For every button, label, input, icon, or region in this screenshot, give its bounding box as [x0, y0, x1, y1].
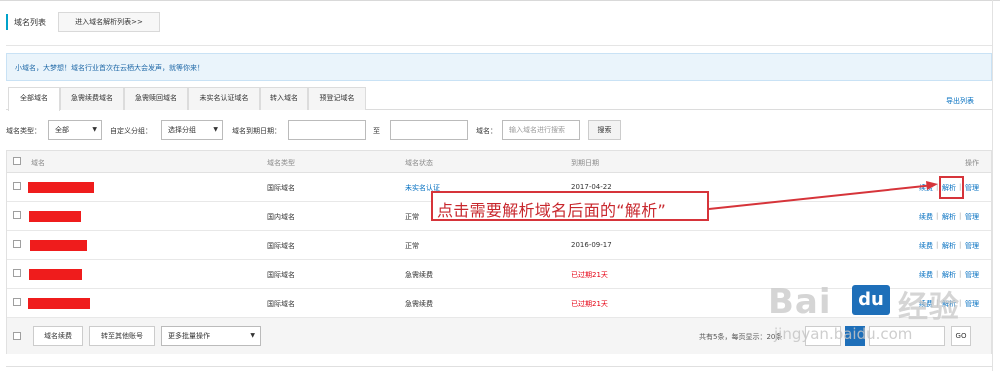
domain-type-select[interactable]: 全部 ▼: [48, 120, 102, 140]
col-expiry: 到期日期: [571, 159, 599, 167]
group-value: 选择分组: [168, 126, 196, 134]
date-range-separator: 至: [373, 127, 380, 135]
resolve-link[interactable]: 解析: [942, 241, 956, 251]
divider: |: [936, 183, 939, 191]
resolve-link[interactable]: 解析: [942, 212, 956, 222]
baidu-watermark: Bai du 经验 jingyan.baidu.com: [760, 270, 1000, 371]
col-type: 域名类型: [267, 159, 295, 167]
domain-type-value: 全部: [55, 126, 69, 134]
col-status: 域名状态: [405, 159, 433, 167]
redacted-domain: [28, 182, 94, 193]
transfer-account-button[interactable]: 转至其他账号: [89, 326, 155, 346]
page-title: 域名列表: [14, 18, 46, 27]
domain-type: 国内域名: [267, 213, 295, 221]
expiry-date: 2017-04-22: [571, 183, 612, 191]
tab-renew-urgent[interactable]: 急需续费域名: [60, 87, 124, 110]
watermark-brand-cn: 经验: [898, 290, 960, 325]
export-list-link[interactable]: 导出列表: [946, 96, 974, 106]
domain-status: 正常: [405, 213, 419, 221]
tab-redeem-urgent[interactable]: 急需赎回域名: [124, 87, 188, 110]
tab-pre-register[interactable]: 预登记域名: [308, 87, 366, 110]
notice-link[interactable]: 小域名，大梦想！域名行业首次在云栖大会发声，就等你来！: [15, 63, 204, 73]
renew-link[interactable]: 续费: [919, 183, 933, 193]
expiry-date: 已过期21天: [571, 271, 608, 279]
expiry-date: 2016-09-17: [571, 241, 612, 249]
chevron-down-icon: ▼: [92, 126, 97, 133]
domain-type-label: 域名类型：: [6, 127, 41, 135]
row-checkbox[interactable]: [13, 182, 21, 190]
chevron-down-icon: ▼: [250, 332, 255, 339]
watermark-brand-tail: du: [852, 285, 890, 315]
tab-unverified[interactable]: 未实名认证域名: [188, 87, 260, 110]
header-accent-bar: [6, 14, 8, 30]
callout-text: 点击需要解析域名后面的“解析”: [437, 201, 667, 220]
watermark-site: jingyan.baidu.com: [774, 325, 913, 343]
bulk-renew-button[interactable]: 域名续费: [33, 326, 83, 346]
domain-type: 国际域名: [267, 184, 295, 192]
page-header: 域名列表 进入域名解析列表>>: [6, 8, 992, 46]
watermark-brand: Bai: [768, 282, 832, 322]
expiry-start-input[interactable]: [288, 120, 366, 140]
domain-status: 正常: [405, 242, 419, 250]
domain-status: 急需续费: [405, 300, 433, 308]
resolve-highlight-box: [939, 176, 964, 199]
domain-tabs: 全部域名 急需续费域名 急需赎回域名 未实名认证域名 转入域名 预登记域名: [6, 86, 992, 111]
table-header: 域名 域名类型 域名状态 到期日期 操作: [7, 151, 991, 173]
col-actions: 操作: [965, 159, 979, 167]
redacted-domain: [28, 298, 90, 309]
domain-type: 国际域名: [267, 242, 295, 250]
expiry-date: 已过期21天: [571, 300, 608, 308]
domain-status: 急需续费: [405, 271, 433, 279]
tab-all-domains[interactable]: 全部域名: [8, 87, 60, 111]
dns-list-button[interactable]: 进入域名解析列表>>: [58, 12, 160, 32]
select-all-checkbox[interactable]: [13, 157, 21, 165]
tab-transfer-in[interactable]: 转入域名: [260, 87, 308, 110]
batch-action-value: 更多批量操作: [168, 332, 210, 340]
manage-link[interactable]: 管理: [965, 241, 979, 251]
notice-banner: 小域名，大梦想！域名行业首次在云栖大会发声，就等你来！: [6, 53, 992, 81]
divider: |: [959, 241, 962, 249]
row-checkbox[interactable]: [13, 269, 21, 277]
renew-link[interactable]: 续费: [919, 212, 933, 222]
domain-search-input[interactable]: 输入域名进行搜索: [502, 120, 580, 140]
group-label: 自定义分组：: [110, 127, 152, 135]
search-button[interactable]: 搜索: [588, 120, 621, 140]
chevron-down-icon: ▼: [213, 126, 218, 133]
top-border: [0, 0, 1000, 1]
manage-link[interactable]: 管理: [965, 212, 979, 222]
expiry-end-input[interactable]: [390, 120, 468, 140]
row-checkbox[interactable]: [13, 298, 21, 306]
domain-type: 国际域名: [267, 271, 295, 279]
filter-bar: 域名类型： 全部 ▼ 自定义分组： 选择分组 ▼ 域名到期日期： 至 域名： 输…: [6, 118, 646, 142]
footer-select-all-checkbox[interactable]: [13, 332, 21, 340]
divider: |: [936, 241, 939, 249]
row-checkbox[interactable]: [13, 211, 21, 219]
redacted-domain: [29, 211, 81, 222]
group-select[interactable]: 选择分组 ▼: [161, 120, 223, 140]
divider: |: [936, 212, 939, 220]
col-domain: 域名: [31, 159, 45, 167]
expiry-date-label: 域名到期日期：: [232, 127, 281, 135]
divider: |: [959, 212, 962, 220]
batch-action-select[interactable]: 更多批量操作 ▼: [161, 326, 261, 346]
redacted-domain: [29, 269, 82, 280]
renew-link[interactable]: 续费: [919, 241, 933, 251]
row-checkbox[interactable]: [13, 240, 21, 248]
table-row: 国际域名 正常 2016-09-17 续费 | 解析 | 管理: [7, 231, 991, 260]
redacted-domain: [30, 240, 87, 251]
annotation-callout: 点击需要解析域名后面的“解析”: [431, 191, 709, 221]
domain-search-label: 域名：: [476, 127, 497, 135]
manage-link[interactable]: 管理: [965, 183, 979, 193]
domain-type: 国际域名: [267, 300, 295, 308]
